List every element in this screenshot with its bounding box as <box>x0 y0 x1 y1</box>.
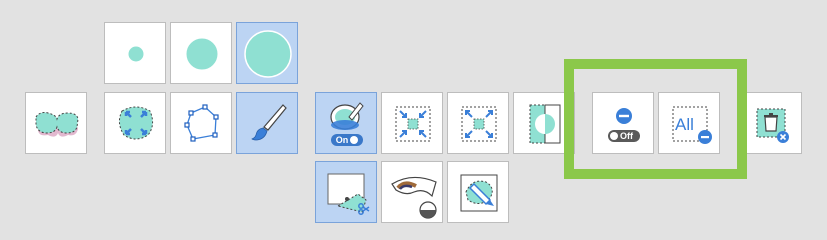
brush-medium-icon <box>185 37 219 71</box>
crop-cut-button[interactable] <box>315 161 377 223</box>
brush-size-small-button[interactable] <box>104 22 166 84</box>
auto-select-icon <box>118 106 154 140</box>
mask-on-toggle: On <box>331 134 363 146</box>
eye-mask-button[interactable] <box>381 161 443 223</box>
mask-overlay-button[interactable] <box>25 92 87 154</box>
paint-brush-button[interactable] <box>236 92 298 154</box>
brush-small-icon <box>127 45 145 63</box>
highlight-frame <box>564 59 747 179</box>
mask-on-label: On <box>335 135 349 145</box>
shrink-selection-button[interactable] <box>381 92 443 154</box>
delete-mask-icon <box>756 108 789 143</box>
toggle-knob-icon <box>350 136 359 144</box>
delete-mask-button[interactable] <box>744 92 802 154</box>
crop-cut-icon <box>327 173 370 215</box>
polygon-lasso-button[interactable] <box>170 92 232 154</box>
mask-paint-toggle-button[interactable]: On <box>315 92 377 154</box>
brush-size-large-button[interactable] <box>236 22 298 84</box>
erase-brush-icon <box>460 174 498 212</box>
paint-brush-icon <box>251 104 287 141</box>
mask-overlay-icon <box>35 112 79 137</box>
grow-selection-button[interactable] <box>447 92 509 154</box>
eye-mask-icon <box>391 176 437 219</box>
polygon-lasso-icon <box>184 104 219 142</box>
grow-selection-icon <box>461 106 497 142</box>
brush-large-icon <box>244 30 292 78</box>
auto-select-button[interactable] <box>104 92 166 154</box>
shrink-selection-icon <box>395 106 431 142</box>
erase-brush-button[interactable] <box>447 161 509 223</box>
brush-size-medium-button[interactable] <box>170 22 232 84</box>
